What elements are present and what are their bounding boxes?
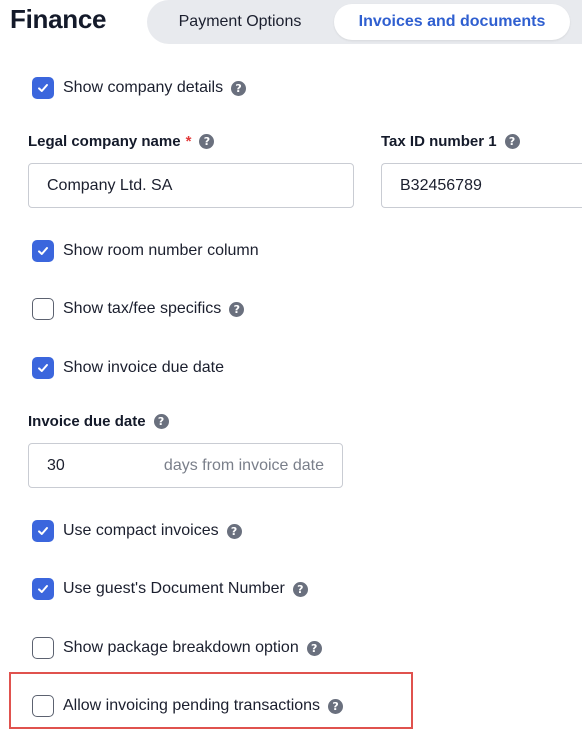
check-icon xyxy=(38,364,48,372)
show-tax-fee-checkbox[interactable] xyxy=(32,298,54,320)
legal-company-name-value: Company Ltd. SA xyxy=(47,177,173,194)
setting-pending-transactions: Allow invoicing pending transactions ? xyxy=(32,695,344,717)
tax-id-1-value: B32456789 xyxy=(400,177,482,194)
show-room-number-label: Show room number column xyxy=(63,242,259,259)
pending-transactions-checkbox[interactable] xyxy=(32,695,54,717)
check-icon xyxy=(38,247,48,255)
show-due-date-checkbox[interactable] xyxy=(32,357,54,379)
tab-invoices-and-documents[interactable]: Invoices and documents xyxy=(334,4,570,40)
show-tax-fee-label: Show tax/fee specifics xyxy=(63,300,222,317)
invoice-due-date-label: Invoice due date ? xyxy=(28,413,169,430)
question-circle-icon[interactable]: ? xyxy=(328,698,344,714)
setting-compact-invoices: Use compact invoices ? xyxy=(32,520,242,542)
question-circle-icon[interactable]: ? xyxy=(199,134,215,149)
show-room-number-checkbox[interactable] xyxy=(32,240,54,262)
legal-company-name-label: Legal company name * ? xyxy=(28,133,215,150)
compact-invoices-checkbox[interactable] xyxy=(32,520,54,542)
question-circle-icon[interactable]: ? xyxy=(229,301,245,317)
check-icon xyxy=(38,84,48,92)
setting-show-tax-fee: Show tax/fee specifics ? xyxy=(32,298,245,320)
package-breakdown-label: Show package breakdown option xyxy=(63,639,299,656)
package-breakdown-checkbox[interactable] xyxy=(32,637,54,659)
guest-doc-number-checkbox[interactable] xyxy=(32,578,54,600)
question-circle-icon[interactable]: ? xyxy=(226,523,242,539)
page-title: Finance xyxy=(10,4,107,34)
invoice-due-date-value: 30 xyxy=(47,457,65,474)
invoice-due-date-input[interactable]: 30 days from invoice date xyxy=(28,443,343,488)
question-circle-icon[interactable]: ? xyxy=(153,414,169,429)
tab-bar: Payment Options Invoices and documents xyxy=(147,0,582,44)
show-due-date-label: Show invoice due date xyxy=(63,359,224,376)
check-icon xyxy=(38,527,48,535)
question-circle-icon[interactable]: ? xyxy=(292,581,308,597)
setting-show-company-details: Show company details ? xyxy=(32,77,247,99)
setting-show-due-date: Show invoice due date xyxy=(32,357,224,379)
compact-invoices-label: Use compact invoices xyxy=(63,522,219,539)
tax-id-1-input[interactable]: B32456789 xyxy=(381,163,582,208)
show-company-details-checkbox[interactable] xyxy=(32,77,54,99)
question-circle-icon[interactable]: ? xyxy=(504,134,520,149)
question-circle-icon[interactable]: ? xyxy=(231,80,247,96)
setting-show-room-number: Show room number column xyxy=(32,240,259,262)
header: Finance Payment Options Invoices and doc… xyxy=(0,0,582,72)
show-company-details-label: Show company details xyxy=(63,79,224,96)
legal-company-name-input[interactable]: Company Ltd. SA xyxy=(28,163,354,208)
required-mark: * xyxy=(185,133,192,150)
question-circle-icon[interactable]: ? xyxy=(306,640,322,656)
tab-payment-options[interactable]: Payment Options xyxy=(155,4,325,40)
guest-doc-number-label: Use guest's Document Number xyxy=(63,580,285,597)
setting-guest-doc-number: Use guest's Document Number ? xyxy=(32,578,308,600)
check-icon xyxy=(38,585,48,593)
invoice-due-date-suffix: days from invoice date xyxy=(163,457,324,474)
pending-transactions-label: Allow invoicing pending transactions xyxy=(63,697,321,714)
tax-id-1-label: Tax ID number 1 ? xyxy=(381,133,520,150)
setting-package-breakdown: Show package breakdown option ? xyxy=(32,637,322,659)
